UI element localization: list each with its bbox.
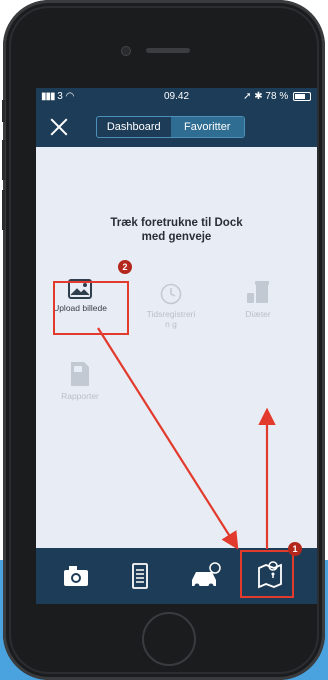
dock-car[interactable]	[188, 561, 221, 591]
tile-diets[interactable]: Diæter	[220, 279, 296, 319]
home-button[interactable]	[142, 612, 196, 666]
dock-bar: 1	[36, 542, 317, 604]
step-badge-1: 1	[288, 542, 302, 556]
highlight-box-map	[240, 550, 294, 598]
phone-screen: ▮▮▮ 3 ◠ 09.42 ➚ ✱ 78 % Dashboard Favorit…	[36, 88, 317, 604]
tile-time-registration[interactable]: Tidsregistrerin g	[133, 283, 209, 329]
bluetooth-icon: ✱	[254, 91, 263, 102]
coffee-cup-icon	[247, 281, 269, 303]
document-icon	[132, 563, 148, 589]
tab-dashboard[interactable]: Dashboard	[97, 117, 171, 137]
top-navbar: Dashboard Favoritter	[36, 107, 317, 147]
tile-reports[interactable]: Rapporter	[42, 361, 118, 401]
dock-camera[interactable]	[60, 561, 92, 591]
highlight-box-upload	[53, 281, 129, 335]
tile-label: Diæter	[245, 309, 271, 319]
segmented-control: Dashboard Favoritter	[96, 116, 245, 138]
car-icon	[192, 562, 221, 589]
status-bar: ▮▮▮ 3 ◠ 09.42 ➚ ✱ 78 %	[36, 88, 317, 107]
drag-hint-line2: med genveje	[141, 231, 212, 243]
volume-down-button	[2, 190, 5, 230]
front-camera	[121, 46, 131, 56]
tile-label: Tidsregistrerin g	[146, 309, 196, 329]
tile-label: Rapporter	[61, 391, 99, 401]
tab-favoritter[interactable]: Favoritter	[170, 117, 244, 137]
camera-icon	[64, 566, 88, 586]
drag-hint-line1: Træk foretrukne til Dock	[110, 217, 243, 229]
status-right: ➚ ✱ 78 %	[243, 91, 311, 102]
clock-icon	[160, 283, 182, 305]
earpiece-speaker	[146, 48, 190, 53]
battery-percent: 78 %	[265, 91, 289, 102]
dock-document[interactable]	[124, 561, 156, 591]
report-icon	[71, 362, 89, 386]
favorites-content: Træk foretrukne til Dock med genveje Upl…	[36, 147, 317, 548]
location-icon: ➚	[243, 91, 252, 102]
drag-hint: Træk foretrukne til Dock med genveje	[76, 216, 277, 244]
mute-switch	[2, 100, 5, 122]
battery-icon	[293, 91, 311, 101]
close-icon[interactable]	[48, 116, 70, 138]
volume-up-button	[2, 140, 5, 180]
step-badge-2: 2	[118, 260, 132, 274]
